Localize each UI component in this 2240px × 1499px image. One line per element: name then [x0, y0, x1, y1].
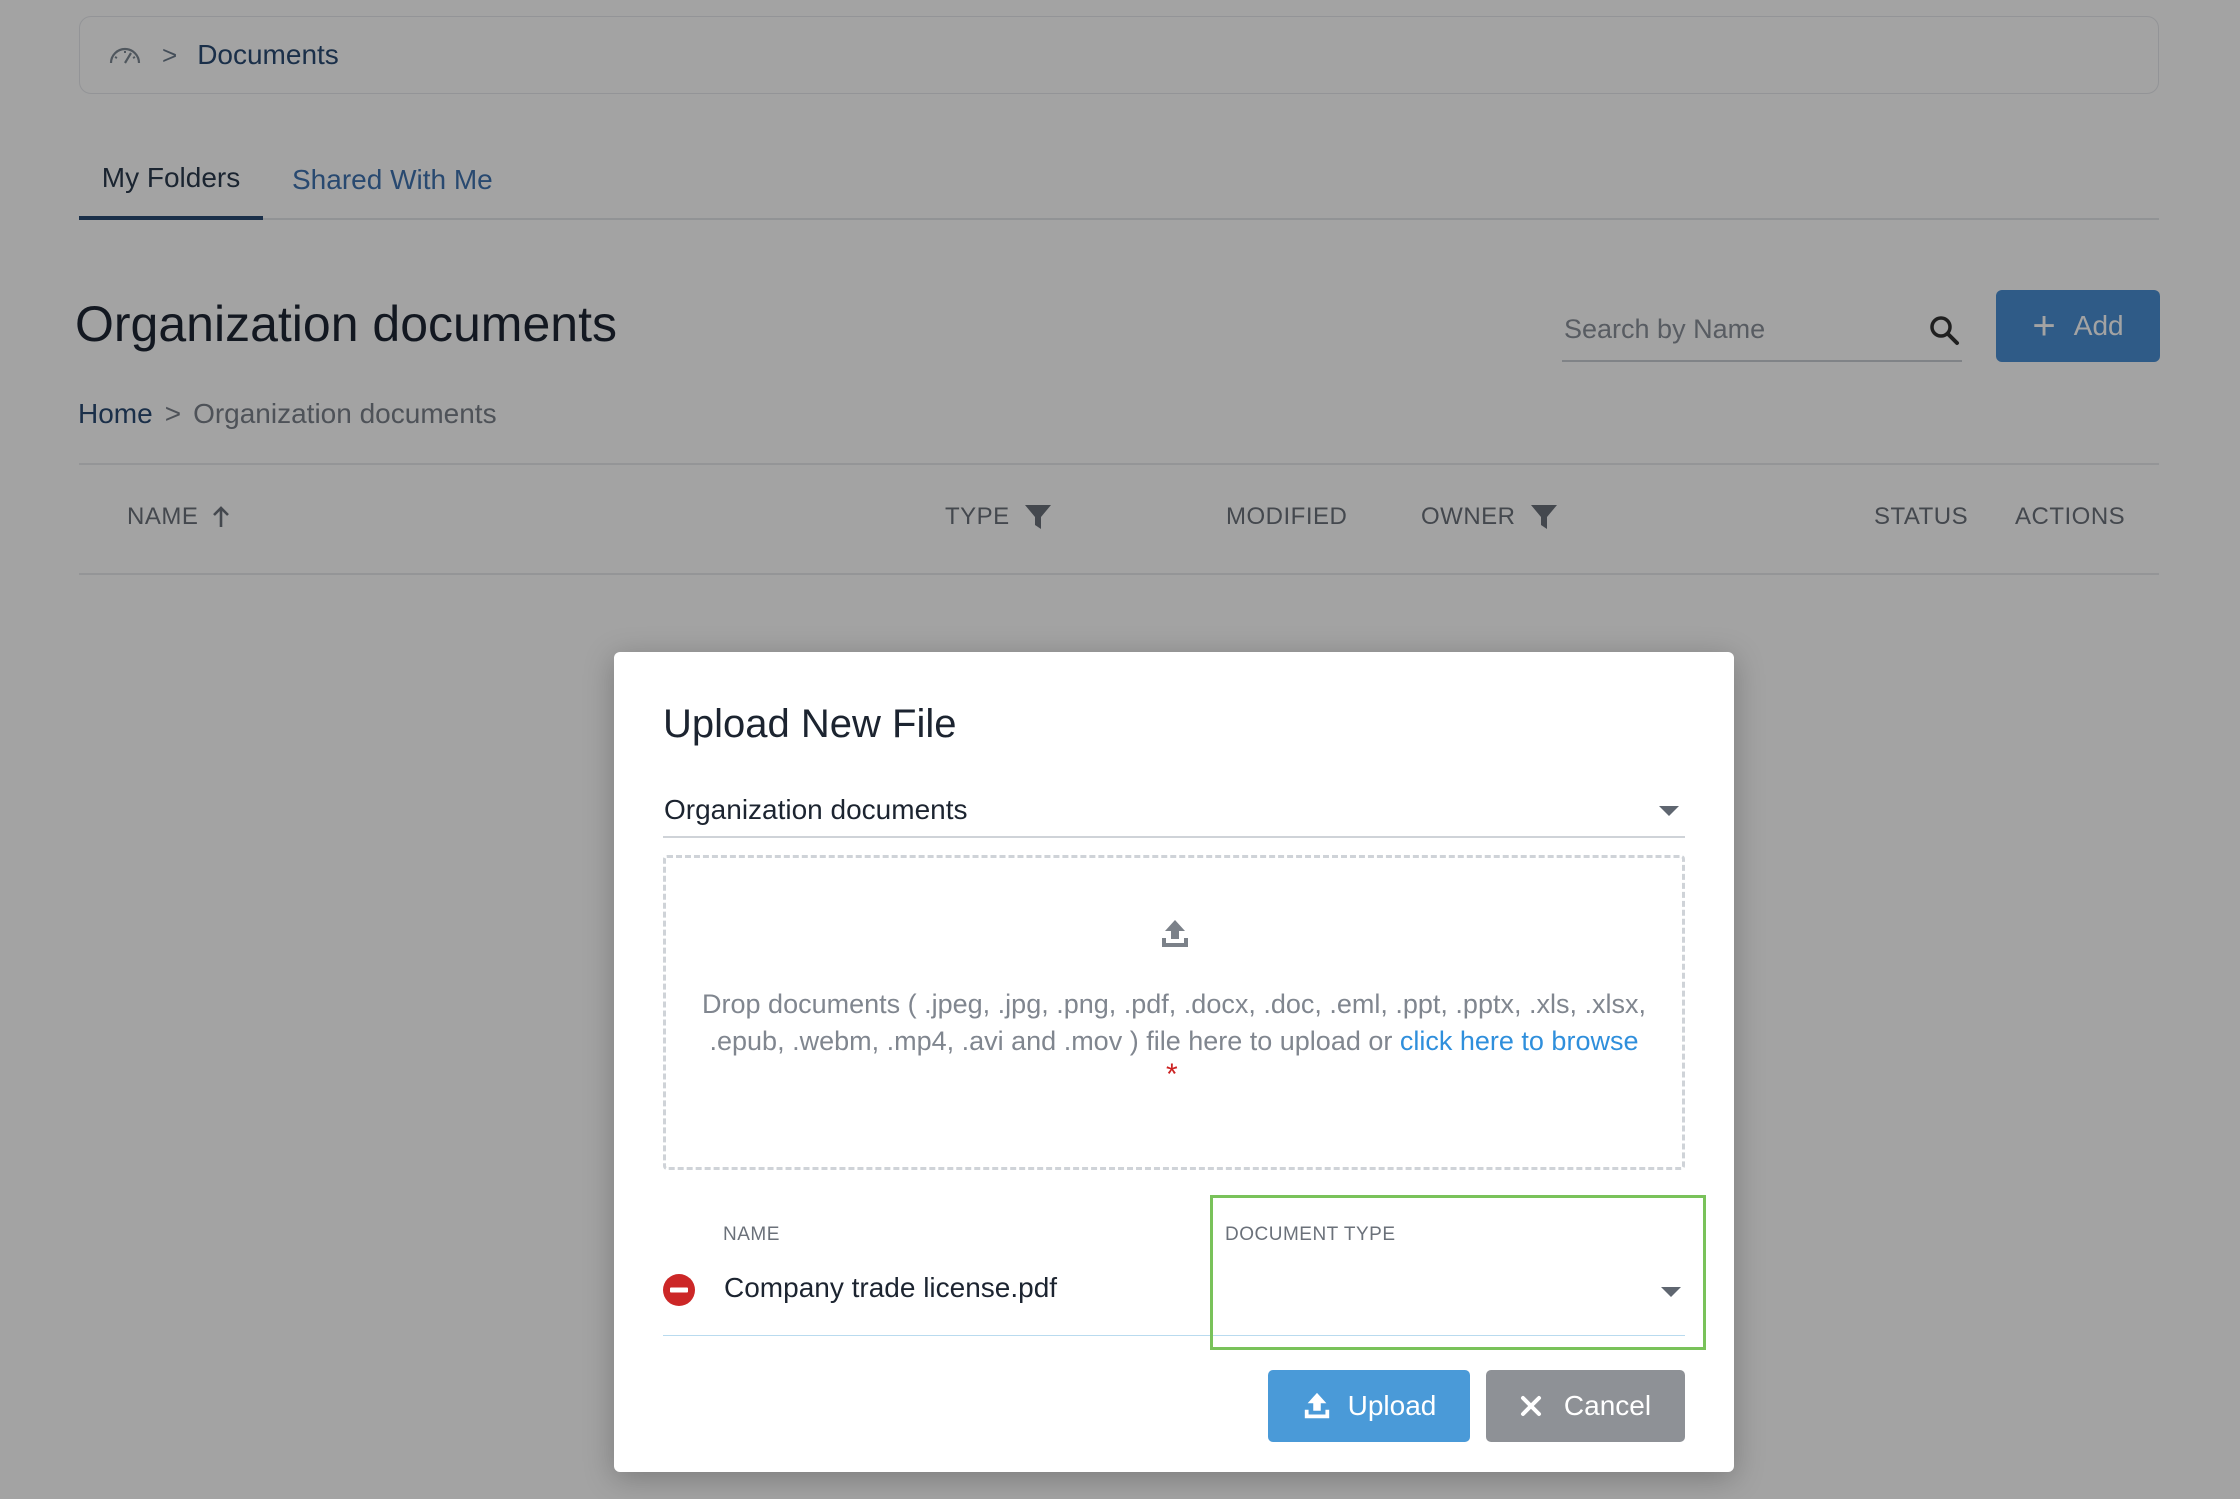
file-name-header: NAME [723, 1224, 780, 1245]
dropzone-text-line2-main: .epub, .webm, .mp4, .avi and .mov ) file… [709, 1026, 1393, 1056]
required-asterisk: * [1166, 1058, 1178, 1091]
upload-button[interactable]: Upload [1268, 1370, 1470, 1442]
cancel-button[interactable]: Cancel [1486, 1370, 1685, 1442]
dialog-title: Upload New File [663, 702, 957, 746]
dropzone-text-line1: Drop documents ( .jpeg, .jpg, .png, .pdf… [702, 989, 1646, 1019]
dropzone-text: Drop documents ( .jpeg, .jpg, .png, .pdf… [686, 986, 1662, 1060]
upload-icon [1304, 1392, 1329, 1419]
dropzone-text-line2: .epub, .webm, .mp4, .avi and .mov ) file… [686, 1023, 1662, 1060]
caret-down-icon [1659, 806, 1679, 816]
cancel-button-label: Cancel [1563, 1390, 1652, 1421]
document-type-select[interactable] [1210, 1195, 1706, 1350]
close-icon [1520, 1396, 1541, 1416]
folder-select-value: Organization documents [664, 794, 968, 825]
file-dropzone[interactable]: Drop documents ( .jpeg, .jpg, .png, .pdf… [663, 855, 1685, 1170]
remove-circle-icon[interactable] [662, 1273, 696, 1307]
upload-button-label: Upload [1347, 1390, 1437, 1421]
upload-icon [1162, 920, 1188, 947]
upload-dialog: Upload New File Organization documents D… [614, 652, 1734, 1472]
folder-select[interactable]: Organization documents [663, 788, 1685, 838]
file-name: Company trade license.pdf [724, 1272, 1058, 1303]
browse-link[interactable]: click here to browse [1400, 1026, 1639, 1056]
caret-down-icon [1661, 1287, 1681, 1297]
